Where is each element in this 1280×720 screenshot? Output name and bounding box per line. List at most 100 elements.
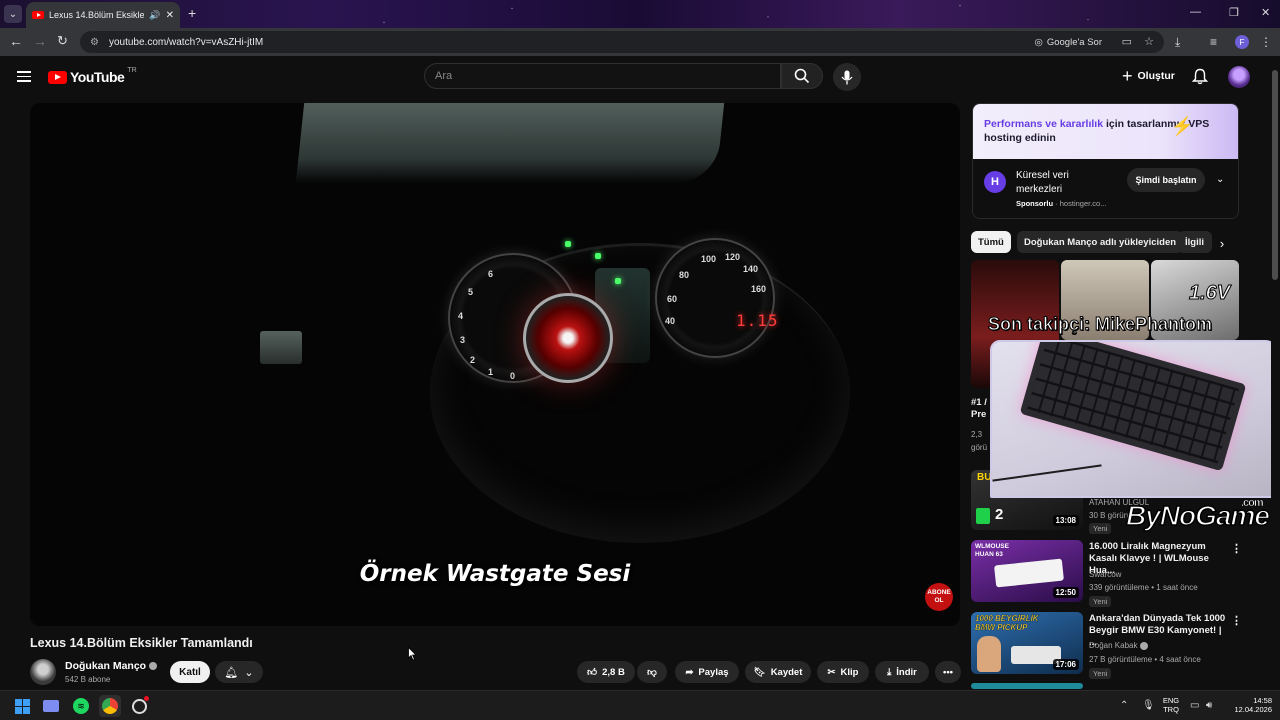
red-digital-readout: 1.15 bbox=[736, 311, 779, 330]
more-vertical-icon[interactable]: ⋮ bbox=[1231, 614, 1242, 627]
new-badge: Yeni bbox=[1089, 596, 1112, 607]
chip-from-uploader[interactable]: Doğukan Manço adlı yükleyiciden bbox=[1017, 231, 1184, 253]
cast-icon[interactable]: ▭ bbox=[1122, 35, 1132, 48]
gauge-tick: 4 bbox=[458, 311, 464, 321]
obs-app[interactable] bbox=[128, 695, 150, 717]
recording-dot bbox=[144, 696, 149, 701]
speedometer-gauge: 80 100 120 140 160 40 60 bbox=[655, 238, 775, 358]
rec-channel-text: Doğan Kabak bbox=[1089, 641, 1138, 650]
google-lens-button[interactable]: ◎ Google'a Sor bbox=[1029, 34, 1108, 50]
ad-banner-text: Performans ve kararlılık için tasarlanmı… bbox=[984, 117, 1238, 145]
gauge-tick: 1 bbox=[488, 367, 494, 377]
like-button[interactable]: 👍︎ 2,8 B bbox=[577, 661, 635, 683]
start-button[interactable] bbox=[11, 695, 33, 717]
media-control-icon[interactable]: ≡ bbox=[1210, 35, 1217, 49]
browser-tab-bar: ⌄ Lexus 14.Bölüm Eksikler Ta 🔊 ✕ + — ❐ ✕ bbox=[0, 0, 1280, 28]
close-tab-icon[interactable]: ✕ bbox=[166, 10, 174, 21]
youtube-header: YouTube TR + Oluştur bbox=[0, 56, 1280, 98]
subscription-bell-button[interactable]: 🔔︎ ⌄ bbox=[215, 661, 263, 683]
reload-icon[interactable]: ↻ bbox=[57, 33, 68, 49]
tab-search-button[interactable]: ⌄ bbox=[4, 5, 22, 23]
bookmark-star-icon[interactable]: ☆ bbox=[1144, 35, 1154, 48]
gauge-tick: 160 bbox=[751, 284, 767, 294]
network-icon[interactable]: ▭ bbox=[1190, 700, 1199, 711]
rec-meta-partial: görü bbox=[971, 443, 988, 452]
rec-title-line2: Pre bbox=[971, 409, 987, 420]
ad-banner[interactable]: Performans ve kararlılık için tasarlanmı… bbox=[973, 104, 1238, 159]
chip-related[interactable]: İlgili bbox=[1178, 231, 1212, 253]
subscriber-count: 542 B abone bbox=[65, 675, 111, 684]
warning-light bbox=[615, 278, 621, 284]
chevron-up-icon[interactable]: ⌃ bbox=[1120, 700, 1128, 711]
rec-title-partial[interactable]: #1 /Pre bbox=[971, 397, 987, 421]
thumbnail-text: 1.6V bbox=[1188, 282, 1231, 305]
forward-arrow-icon[interactable]: → bbox=[33, 33, 47, 49]
join-button[interactable]: Katıl bbox=[170, 661, 210, 683]
new-badge: Yeni bbox=[1089, 668, 1112, 679]
clip-button[interactable]: ✂ Klip bbox=[817, 661, 869, 683]
sponsored-label: Sponsorlu bbox=[1016, 199, 1054, 208]
browser-tab-active[interactable]: Lexus 14.Bölüm Eksikler Ta 🔊 ✕ bbox=[26, 2, 180, 28]
language-indicator[interactable]: ENG TRQ bbox=[1160, 696, 1182, 714]
video-thumbnail[interactable]: WLMOUSE HUAN 63 12:50 bbox=[971, 540, 1083, 602]
microphone-tray-icon[interactable]: 🎙︎ bbox=[1142, 700, 1155, 711]
brand-suffix: .com bbox=[1241, 497, 1264, 510]
volume-icon[interactable]: 🔊︎ bbox=[1206, 700, 1212, 711]
chevron-right-icon[interactable]: › bbox=[1212, 233, 1232, 253]
search-button[interactable] bbox=[781, 63, 823, 89]
site-info-icon[interactable]: ⚙ bbox=[90, 37, 99, 48]
follower-overlay-text: Son takipçi: MikePhantom bbox=[987, 314, 1213, 335]
clock[interactable]: 14:58 12.04.2026 bbox=[1222, 696, 1272, 714]
chrome-app[interactable] bbox=[99, 695, 121, 717]
spotify-app[interactable]: ≋ bbox=[70, 695, 92, 717]
minimize-icon[interactable]: — bbox=[1190, 6, 1201, 18]
browser-menu-icon[interactable]: ⋮ bbox=[1260, 35, 1272, 49]
search-input[interactable] bbox=[435, 70, 780, 82]
youtube-logo[interactable]: YouTube TR bbox=[48, 67, 137, 85]
browser-profile-avatar[interactable]: F bbox=[1235, 35, 1249, 49]
video-duration: 13:08 bbox=[1052, 515, 1079, 526]
voice-search-button[interactable] bbox=[833, 63, 861, 91]
obs-icon bbox=[131, 698, 147, 714]
share-button[interactable]: ➦ Paylaş bbox=[675, 661, 739, 683]
save-button[interactable]: 🔖︎ Kaydet bbox=[745, 661, 811, 683]
subscribe-watermark[interactable]: ABONE OL bbox=[925, 583, 953, 611]
address-bar[interactable]: ⚙ youtube.com/watch?v=vAsZHi-jtIM ◎ Goog… bbox=[80, 31, 1164, 53]
scrollbar-thumb[interactable] bbox=[1272, 70, 1278, 280]
rec-channel[interactable]: Swarcow bbox=[1089, 570, 1121, 579]
new-tab-button[interactable]: + bbox=[188, 5, 196, 21]
channel-avatar[interactable] bbox=[30, 659, 56, 685]
more-actions-button[interactable]: ••• bbox=[935, 661, 961, 683]
verified-icon bbox=[1140, 641, 1149, 650]
back-arrow-icon[interactable]: ← bbox=[9, 33, 23, 49]
rec-channel[interactable]: Doğan Kabak bbox=[1089, 641, 1149, 650]
video-thumbnail[interactable] bbox=[971, 683, 1083, 689]
lang-line1: ENG bbox=[1162, 696, 1180, 705]
restore-icon[interactable]: ❐ bbox=[1229, 6, 1239, 19]
chevron-down-icon[interactable]: ⌄ bbox=[1216, 174, 1224, 185]
create-button[interactable]: + Oluştur bbox=[1116, 65, 1181, 87]
notifications-bell-icon[interactable] bbox=[1192, 68, 1208, 85]
channel-name[interactable]: Doğukan Manço bbox=[65, 660, 158, 672]
download-icon[interactable]: ⤓ bbox=[1175, 35, 1180, 50]
account-avatar[interactable] bbox=[1228, 66, 1250, 88]
more-vertical-icon[interactable]: ⋮ bbox=[1231, 542, 1242, 555]
google-ask-label: Google'a Sor bbox=[1046, 36, 1102, 48]
video-thumbnail[interactable]: 1000 BEYGİRLİK BMW PICKUP 17:06 bbox=[971, 612, 1083, 674]
microphone-icon bbox=[841, 70, 853, 84]
speaker-icon[interactable]: 🔊 bbox=[149, 10, 160, 21]
chip-all[interactable]: Tümü bbox=[971, 231, 1011, 253]
download-label: İndir bbox=[896, 666, 917, 678]
sponsored-ad-card[interactable]: Performans ve kararlılık için tasarlanmı… bbox=[972, 103, 1239, 219]
rec-title-prefix: #1 / bbox=[971, 397, 987, 408]
gauge-tick: 3 bbox=[460, 335, 466, 345]
ad-cta-button[interactable]: Şimdi başlatın bbox=[1127, 168, 1205, 192]
task-view-button[interactable] bbox=[40, 695, 62, 717]
close-window-icon[interactable]: ✕ bbox=[1261, 6, 1270, 19]
video-player[interactable]: 6 5 4 3 2 1 0 80 100 120 140 160 40 60 1… bbox=[30, 103, 960, 626]
menu-icon[interactable] bbox=[17, 71, 31, 82]
share-label: Paylaş bbox=[698, 666, 729, 678]
download-button[interactable]: ⤓ İndir bbox=[875, 661, 929, 683]
search-box[interactable] bbox=[424, 63, 781, 89]
dislike-button[interactable]: 👎︎ bbox=[637, 661, 667, 683]
